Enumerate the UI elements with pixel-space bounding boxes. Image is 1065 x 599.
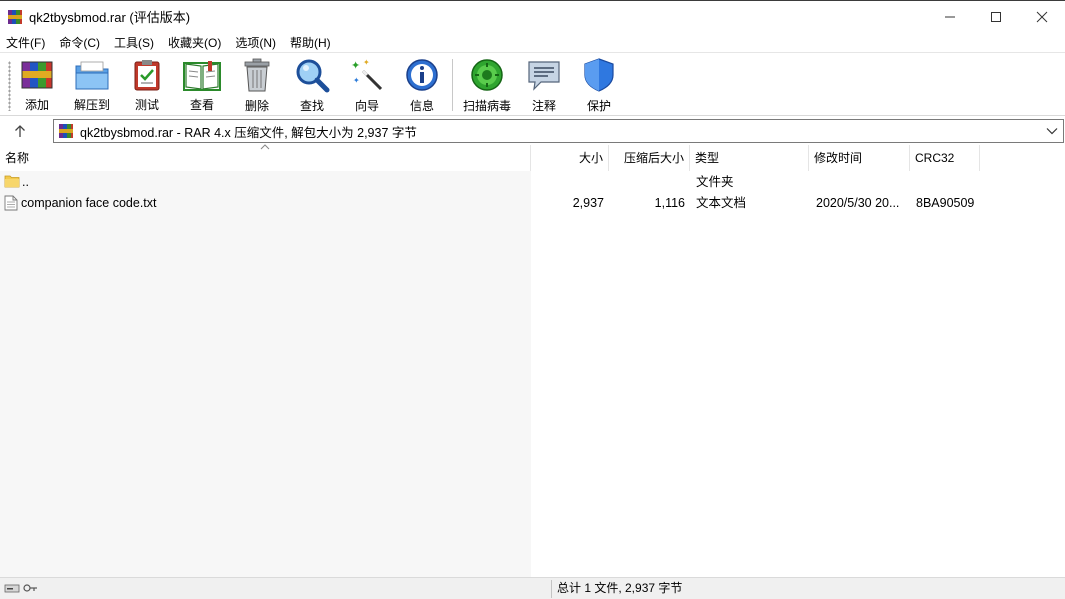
extract-to-button[interactable]: 解压到 [64, 57, 120, 113]
extract-folder-icon [73, 57, 111, 92]
minimize-button[interactable] [927, 1, 973, 32]
menu-tools[interactable]: 工具(S) [114, 34, 154, 51]
menu-file[interactable]: 文件(F) [6, 34, 45, 51]
maximize-button[interactable] [973, 1, 1019, 32]
view-button-label: 查看 [189, 98, 214, 112]
column-headers: 名称 大小 压缩后大小 类型 修改时间 CRC32 [0, 144, 1065, 171]
menu-options[interactable]: 选项(N) [235, 34, 276, 51]
text-file-icon [4, 195, 18, 217]
virus-scan-icon [468, 57, 506, 93]
info-icon [403, 57, 441, 93]
file-packed-size [609, 171, 685, 193]
comment-button[interactable]: 注释 [516, 57, 572, 113]
wizard-button-label: 向导 [354, 99, 379, 113]
column-header-modified-label: 修改时间 [814, 151, 863, 165]
close-icon [1036, 11, 1048, 22]
file-name: .. [22, 175, 29, 189]
minimize-icon [945, 16, 955, 17]
maximize-icon [991, 11, 1001, 22]
test-button-label: 测试 [134, 98, 159, 112]
chevron-down-icon [1046, 128, 1058, 135]
column-header-size[interactable]: 大小 [531, 145, 609, 171]
shield-icon [580, 57, 618, 93]
svg-text:✦: ✦ [353, 76, 360, 85]
find-button-label: 查找 [299, 99, 324, 113]
view-book-icon [183, 57, 221, 92]
add-button[interactable]: 添加 [9, 57, 65, 113]
file-packed-size: 1,116 [654, 196, 685, 210]
column-header-crc[interactable]: CRC32 [910, 145, 980, 171]
delete-button-label: 删除 [244, 99, 269, 113]
view-button[interactable]: 查看 [174, 57, 230, 113]
list-item-parent-folder[interactable]: .. 文件夹 [0, 171, 1065, 193]
status-divider [551, 580, 552, 598]
trash-icon [238, 57, 276, 93]
status-summary: 总计 1 文件, 2,937 字节 [557, 581, 683, 595]
column-header-name[interactable]: 名称 [0, 144, 531, 171]
drive-icon[interactable] [4, 582, 20, 594]
title-bar: qk2tbysbmod.rar (评估版本) [0, 0, 1065, 32]
column-header-type[interactable]: 类型 [690, 145, 809, 171]
magnifier-icon [293, 57, 331, 93]
delete-button[interactable]: 删除 [229, 57, 285, 113]
column-header-packed[interactable]: 压缩后大小 [609, 145, 690, 171]
close-button[interactable] [1019, 1, 1065, 32]
menu-help[interactable]: 帮助(H) [290, 34, 331, 51]
arrow-up-icon [15, 125, 25, 137]
info-button[interactable]: 信息 [394, 57, 450, 113]
file-list: 名称 大小 压缩后大小 类型 修改时间 CRC32 .. 文件夹 compani… [0, 144, 1065, 577]
address-bar: qk2tbysbmod.rar - RAR 4.x 压缩文件, 解包大小为 2,… [0, 117, 1065, 145]
info-button-label: 信息 [409, 99, 434, 113]
status-icons [4, 582, 40, 596]
extract-to-button-label: 解压到 [73, 98, 110, 112]
virus-scan-button[interactable]: 扫描病毒 [459, 57, 515, 113]
column-header-packed-label: 压缩后大小 [623, 151, 684, 165]
column-header-type-label: 类型 [695, 151, 720, 165]
sort-ascending-icon [260, 144, 270, 150]
test-button[interactable]: 测试 [119, 57, 175, 113]
find-button[interactable]: 查找 [284, 57, 340, 113]
name-column-background [0, 171, 531, 577]
svg-text:✦: ✦ [351, 59, 360, 72]
file-crc: 8BA90509 [916, 196, 975, 210]
protect-button-label: 保护 [586, 99, 611, 113]
list-item-file[interactable]: companion face code.txt 2,937 1,116 文本文档… [0, 192, 1065, 214]
wizard-wand-icon: ✦ ✦ ✦ [348, 57, 386, 93]
menu-commands[interactable]: 命令(C) [59, 34, 100, 51]
file-name: companion face code.txt [21, 196, 157, 210]
add-archive-icon [18, 57, 56, 92]
column-header-size-label: 大小 [578, 151, 603, 165]
protect-button[interactable]: 保护 [571, 57, 627, 113]
window-title: qk2tbysbmod.rar (评估版本) [29, 10, 191, 25]
rar-archive-icon [58, 123, 74, 139]
comment-icon [525, 57, 563, 93]
column-header-name-label: 名称 [5, 151, 30, 165]
file-size: 2,937 [572, 196, 604, 210]
file-type: 文本文档 [696, 196, 747, 210]
path-dropdown-button[interactable] [1045, 124, 1059, 138]
winrar-app-icon[interactable] [7, 9, 23, 25]
wizard-button[interactable]: ✦ ✦ ✦ 向导 [339, 57, 395, 113]
status-bar: 总计 1 文件, 2,937 字节 [0, 577, 1065, 599]
file-modified: 2020/5/30 20... [816, 196, 900, 210]
archive-path-field[interactable]: qk2tbysbmod.rar - RAR 4.x 压缩文件, 解包大小为 2,… [53, 119, 1064, 143]
test-clipboard-icon [128, 57, 166, 92]
add-button-label: 添加 [24, 98, 49, 112]
toolbar-separator [452, 59, 453, 111]
up-folder-button[interactable] [8, 121, 32, 141]
svg-text:✦: ✦ [363, 58, 370, 67]
key-lock-icon[interactable] [22, 582, 38, 594]
window-controls [927, 1, 1065, 32]
virus-scan-button-label: 扫描病毒 [462, 99, 511, 113]
toolbar: 添加 解压到 测试 查看 删除 查找 ✦ ✦ ✦ 向导 信息 扫描病毒 注释 保… [0, 52, 1065, 116]
archive-path-text: qk2tbysbmod.rar - RAR 4.x 压缩文件, 解包大小为 2,… [80, 125, 417, 140]
menu-bar: 文件(F) 命令(C) 工具(S) 收藏夹(O) 选项(N) 帮助(H) [0, 32, 1065, 52]
file-type: 文件夹 [696, 175, 734, 189]
file-size [531, 171, 604, 193]
comment-button-label: 注释 [531, 99, 556, 113]
column-header-modified[interactable]: 修改时间 [809, 145, 910, 171]
column-header-crc-label: CRC32 [915, 151, 955, 165]
menu-favorites[interactable]: 收藏夹(O) [168, 34, 221, 51]
